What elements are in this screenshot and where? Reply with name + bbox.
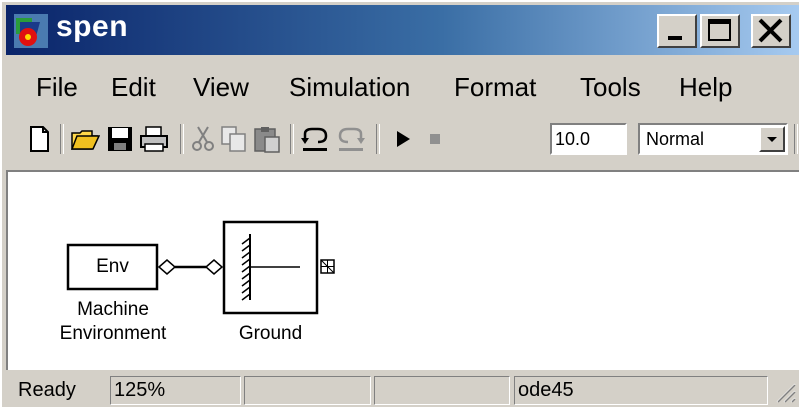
simulation-mode-dropdown[interactable]: Normal	[638, 123, 788, 155]
simulation-mode-value: Normal	[646, 129, 705, 149]
menu-file[interactable]: File	[36, 72, 78, 103]
redo-icon[interactable]	[336, 124, 366, 154]
cut-icon[interactable]	[188, 124, 218, 154]
start-simulation-icon[interactable]	[388, 124, 418, 154]
menu-simulation[interactable]: Simulation	[289, 72, 410, 103]
minimize-button[interactable]	[657, 14, 697, 48]
machine-environment-label-line1: Machine	[77, 299, 149, 320]
model-canvas[interactable]: Env Machine Environment Ground	[6, 170, 799, 370]
new-file-icon[interactable]	[24, 124, 54, 154]
menu-edit[interactable]: Edit	[111, 72, 156, 103]
toolbar-separator	[180, 124, 184, 154]
undo-icon[interactable]	[300, 124, 330, 154]
menu-help[interactable]: Help	[679, 72, 732, 103]
stop-time-field[interactable]: 10.0	[550, 123, 627, 155]
toolbar-separator	[60, 124, 64, 154]
menu-bar: File Edit View Simulation Format Tools H…	[6, 72, 799, 108]
dropdown-arrow-button[interactable]	[759, 126, 785, 152]
toolbar-separator	[290, 124, 294, 154]
simulink-model-window: spen File Edit View Simulation Format To…	[0, 0, 799, 407]
chevron-down-icon	[767, 137, 777, 142]
ground-label: Ground	[238, 323, 303, 344]
ground-port-icon[interactable]	[204, 259, 224, 275]
zoom-level: 125%	[110, 376, 241, 405]
open-folder-icon[interactable]	[70, 124, 100, 154]
close-icon	[758, 18, 783, 43]
maximize-button[interactable]	[700, 14, 740, 48]
toolbar-separator	[794, 124, 798, 154]
title-bar[interactable]: spen	[6, 5, 799, 55]
save-icon[interactable]	[105, 124, 135, 154]
copy-icon[interactable]	[219, 124, 249, 154]
stop-simulation-icon[interactable]	[420, 124, 450, 154]
close-button[interactable]	[751, 14, 791, 48]
status-cell-3	[244, 376, 371, 405]
maximize-icon	[708, 19, 731, 41]
menu-tools[interactable]: Tools	[580, 72, 641, 103]
machine-environment-label-line2: Environment	[59, 323, 167, 344]
connection-port-icon[interactable]	[320, 259, 335, 274]
status-bar: Ready 125% ode45	[6, 374, 799, 407]
simulink-app-icon[interactable]	[14, 14, 48, 48]
status-text: Ready	[18, 379, 76, 401]
env-port-icon[interactable]	[157, 259, 177, 275]
env-block-text: Env	[96, 256, 129, 277]
toolbar: 10.0 Normal	[6, 114, 799, 162]
window-title: spen	[56, 10, 129, 43]
toolbar-separator	[376, 124, 380, 154]
paste-icon[interactable]	[252, 124, 282, 154]
menu-view[interactable]: View	[193, 72, 249, 103]
print-icon[interactable]	[139, 124, 169, 154]
solver-name: ode45	[514, 376, 768, 405]
menu-format[interactable]: Format	[454, 72, 536, 103]
resize-grip-icon[interactable]	[773, 380, 797, 404]
minimize-icon	[668, 36, 682, 40]
status-cell-4	[374, 376, 510, 405]
